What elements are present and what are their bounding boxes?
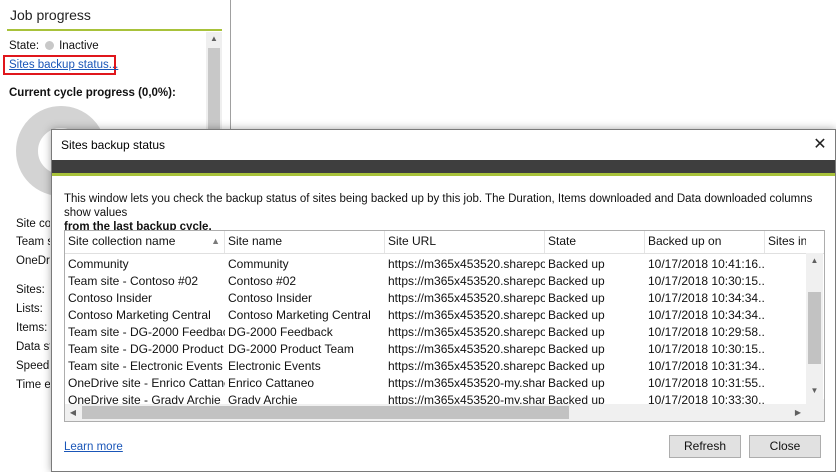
sort-ascending-icon: ▲ [211, 236, 220, 246]
cell-site-name: DG-2000 Feedback [228, 325, 333, 339]
table-row[interactable]: Contoso Marketing Central Contoso Marketi… [65, 307, 805, 324]
cell-site-url: https://m365x453520.sharepo... [388, 342, 545, 356]
learn-more-link[interactable]: Learn more [64, 441, 123, 453]
column-header-site-name[interactable]: Site name [225, 231, 385, 253]
column-header-backed-up-on[interactable]: Backed up on [645, 231, 765, 253]
table-row[interactable]: Team site - Contoso #02 Contoso #02 https:… [65, 273, 805, 290]
cell-state: Backed up [548, 359, 605, 373]
cell-state: Backed up [548, 325, 605, 339]
cell-site-name: Electronic Events [228, 359, 321, 373]
cell-site-url: https://m365x453520-my.shar... [388, 376, 545, 390]
cell-site-collection-name: Team site - DG-2000 Product ... [68, 342, 225, 356]
cell-state: Backed up [548, 376, 605, 390]
label-data-stored: Data st [16, 341, 50, 353]
cell-site-collection-name: Community [68, 257, 129, 271]
table-row[interactable]: OneDrive site - Enrico Cattaneo Enrico Ca… [65, 375, 805, 392]
label-speed: Speed: [16, 360, 50, 372]
cell-backed-up-on: 10/17/2018 10:30:15... [648, 274, 765, 288]
label-sites: Sites: [16, 284, 45, 296]
scroll-up-icon[interactable]: ▲ [806, 253, 823, 269]
table-row[interactable]: Community Community https://m365x453520.sh… [65, 256, 805, 273]
scrollbar-corner [806, 399, 824, 421]
label-team-sites: Team s [16, 236, 50, 248]
cell-site-name: Contoso Insider [228, 291, 313, 305]
cell-backed-up-on: 10/17/2018 10:29:58... [648, 325, 765, 339]
label-items: Items: [16, 322, 48, 334]
table-horizontal-scrollbar[interactable]: ◀ ▶ [65, 404, 806, 421]
close-icon[interactable]: ✕ [805, 130, 835, 159]
column-header-state[interactable]: State [545, 231, 645, 253]
description-text: This window lets you check the backup st… [64, 193, 813, 219]
cell-site-collection-name: Team site - Contoso #02 [68, 274, 199, 288]
cell-site-collection-name: Contoso Marketing Central [68, 308, 211, 322]
cell-site-collection-name: Team site - Electronic Events [68, 359, 223, 373]
panel-title: Job progress [10, 7, 91, 23]
cell-site-collection-name: OneDrive site - Enrico Cattaneo [68, 376, 225, 390]
scroll-right-icon[interactable]: ▶ [790, 404, 806, 421]
cell-site-name: Contoso Marketing Central [228, 308, 371, 322]
close-button[interactable]: Close [749, 435, 821, 458]
label-site-collections: Site colle [16, 218, 50, 230]
column-header-site-url[interactable]: Site URL [385, 231, 545, 253]
cell-state: Backed up [548, 274, 605, 288]
vertical-scroll-thumb[interactable] [808, 292, 821, 364]
cell-site-name: Enrico Cattaneo [228, 376, 315, 390]
horizontal-scroll-thumb[interactable] [82, 406, 569, 419]
column-header-sites-in-list[interactable]: Sites in l [765, 231, 806, 253]
table-row[interactable]: Contoso Insider Contoso Insider https://m3… [65, 290, 805, 307]
state-dot-icon [45, 41, 55, 50]
cell-site-url: https://m365x453520.sharepo... [388, 274, 545, 288]
table-row[interactable]: Team site - DG-2000 Product ... DG-2000 P… [65, 341, 805, 358]
scroll-thumb[interactable] [208, 48, 220, 132]
label-lists: Lists: [16, 303, 43, 315]
header-band [52, 160, 835, 173]
cell-site-url: https://m365x453520.sharepo... [388, 308, 545, 322]
panel-scrollbar[interactable]: ▲ [206, 32, 222, 132]
state-value: Inactive [59, 40, 99, 52]
cell-site-name: DG-2000 Product Team [228, 342, 354, 356]
table-header: Site collection name ▲ Site name Site UR… [65, 231, 824, 254]
cycle-progress-label: Current cycle progress (0,0%): [9, 87, 176, 99]
cell-site-name: Contoso #02 [228, 274, 297, 288]
cell-state: Backed up [548, 257, 605, 271]
dialog-description: This window lets you check the backup st… [64, 192, 834, 234]
sites-backup-status-dialog: Sites backup status ✕ This window lets y… [51, 129, 836, 472]
cell-site-collection-name: Contoso Insider [68, 291, 153, 305]
header-accent-line [52, 173, 835, 176]
cell-site-name: Community [228, 257, 289, 271]
cell-site-url: https://m365x453520.sharepo... [388, 325, 545, 339]
column-header-site-collection-name[interactable]: Site collection name ▲ [65, 231, 225, 253]
state-label: State: [9, 40, 40, 52]
table-row[interactable]: Team site - DG-2000 Feedback DG-2000 Feed… [65, 324, 805, 341]
refresh-button[interactable]: Refresh [669, 435, 741, 458]
sites-table: Site collection name ▲ Site name Site UR… [64, 230, 825, 422]
cell-backed-up-on: 10/17/2018 10:34:34... [648, 308, 765, 322]
column-header-label: Site collection name [68, 234, 176, 248]
cell-backed-up-on: 10/17/2018 10:31:55... [648, 376, 765, 390]
label-onedrive: OneDri [16, 255, 50, 267]
dialog-title: Sites backup status [61, 138, 166, 152]
cell-state: Backed up [548, 308, 605, 322]
cell-backed-up-on: 10/17/2018 10:31:34... [648, 359, 765, 373]
cell-site-collection-name: Team site - DG-2000 Feedback [68, 325, 225, 339]
cell-site-url: https://m365x453520.sharepo... [388, 291, 545, 305]
cell-backed-up-on: 10/17/2018 10:30:15... [648, 342, 765, 356]
scroll-down-icon[interactable]: ▼ [806, 383, 823, 399]
dialog-titlebar: Sites backup status ✕ [52, 130, 835, 159]
table-vertical-scrollbar[interactable]: ▲ ▼ [806, 253, 823, 399]
cell-backed-up-on: 10/17/2018 10:34:34... [648, 291, 765, 305]
label-time-elapsed: Time el [16, 379, 50, 391]
state-row: State: Inactive [9, 40, 99, 52]
scroll-left-icon[interactable]: ◀ [65, 404, 81, 421]
cell-state: Backed up [548, 342, 605, 356]
accent-line [7, 29, 222, 31]
cell-site-url: https://m365x453520.sharepo... [388, 257, 545, 271]
scroll-up-icon[interactable]: ▲ [206, 32, 222, 46]
cell-site-url: https://m365x453520.sharepo... [388, 359, 545, 373]
cell-backed-up-on: 10/17/2018 10:41:16... [648, 257, 765, 271]
sites-backup-status-link[interactable]: Sites backup status... [9, 59, 118, 71]
cell-state: Backed up [548, 291, 605, 305]
table-row[interactable]: Team site - Electronic Events Electronic … [65, 358, 805, 375]
